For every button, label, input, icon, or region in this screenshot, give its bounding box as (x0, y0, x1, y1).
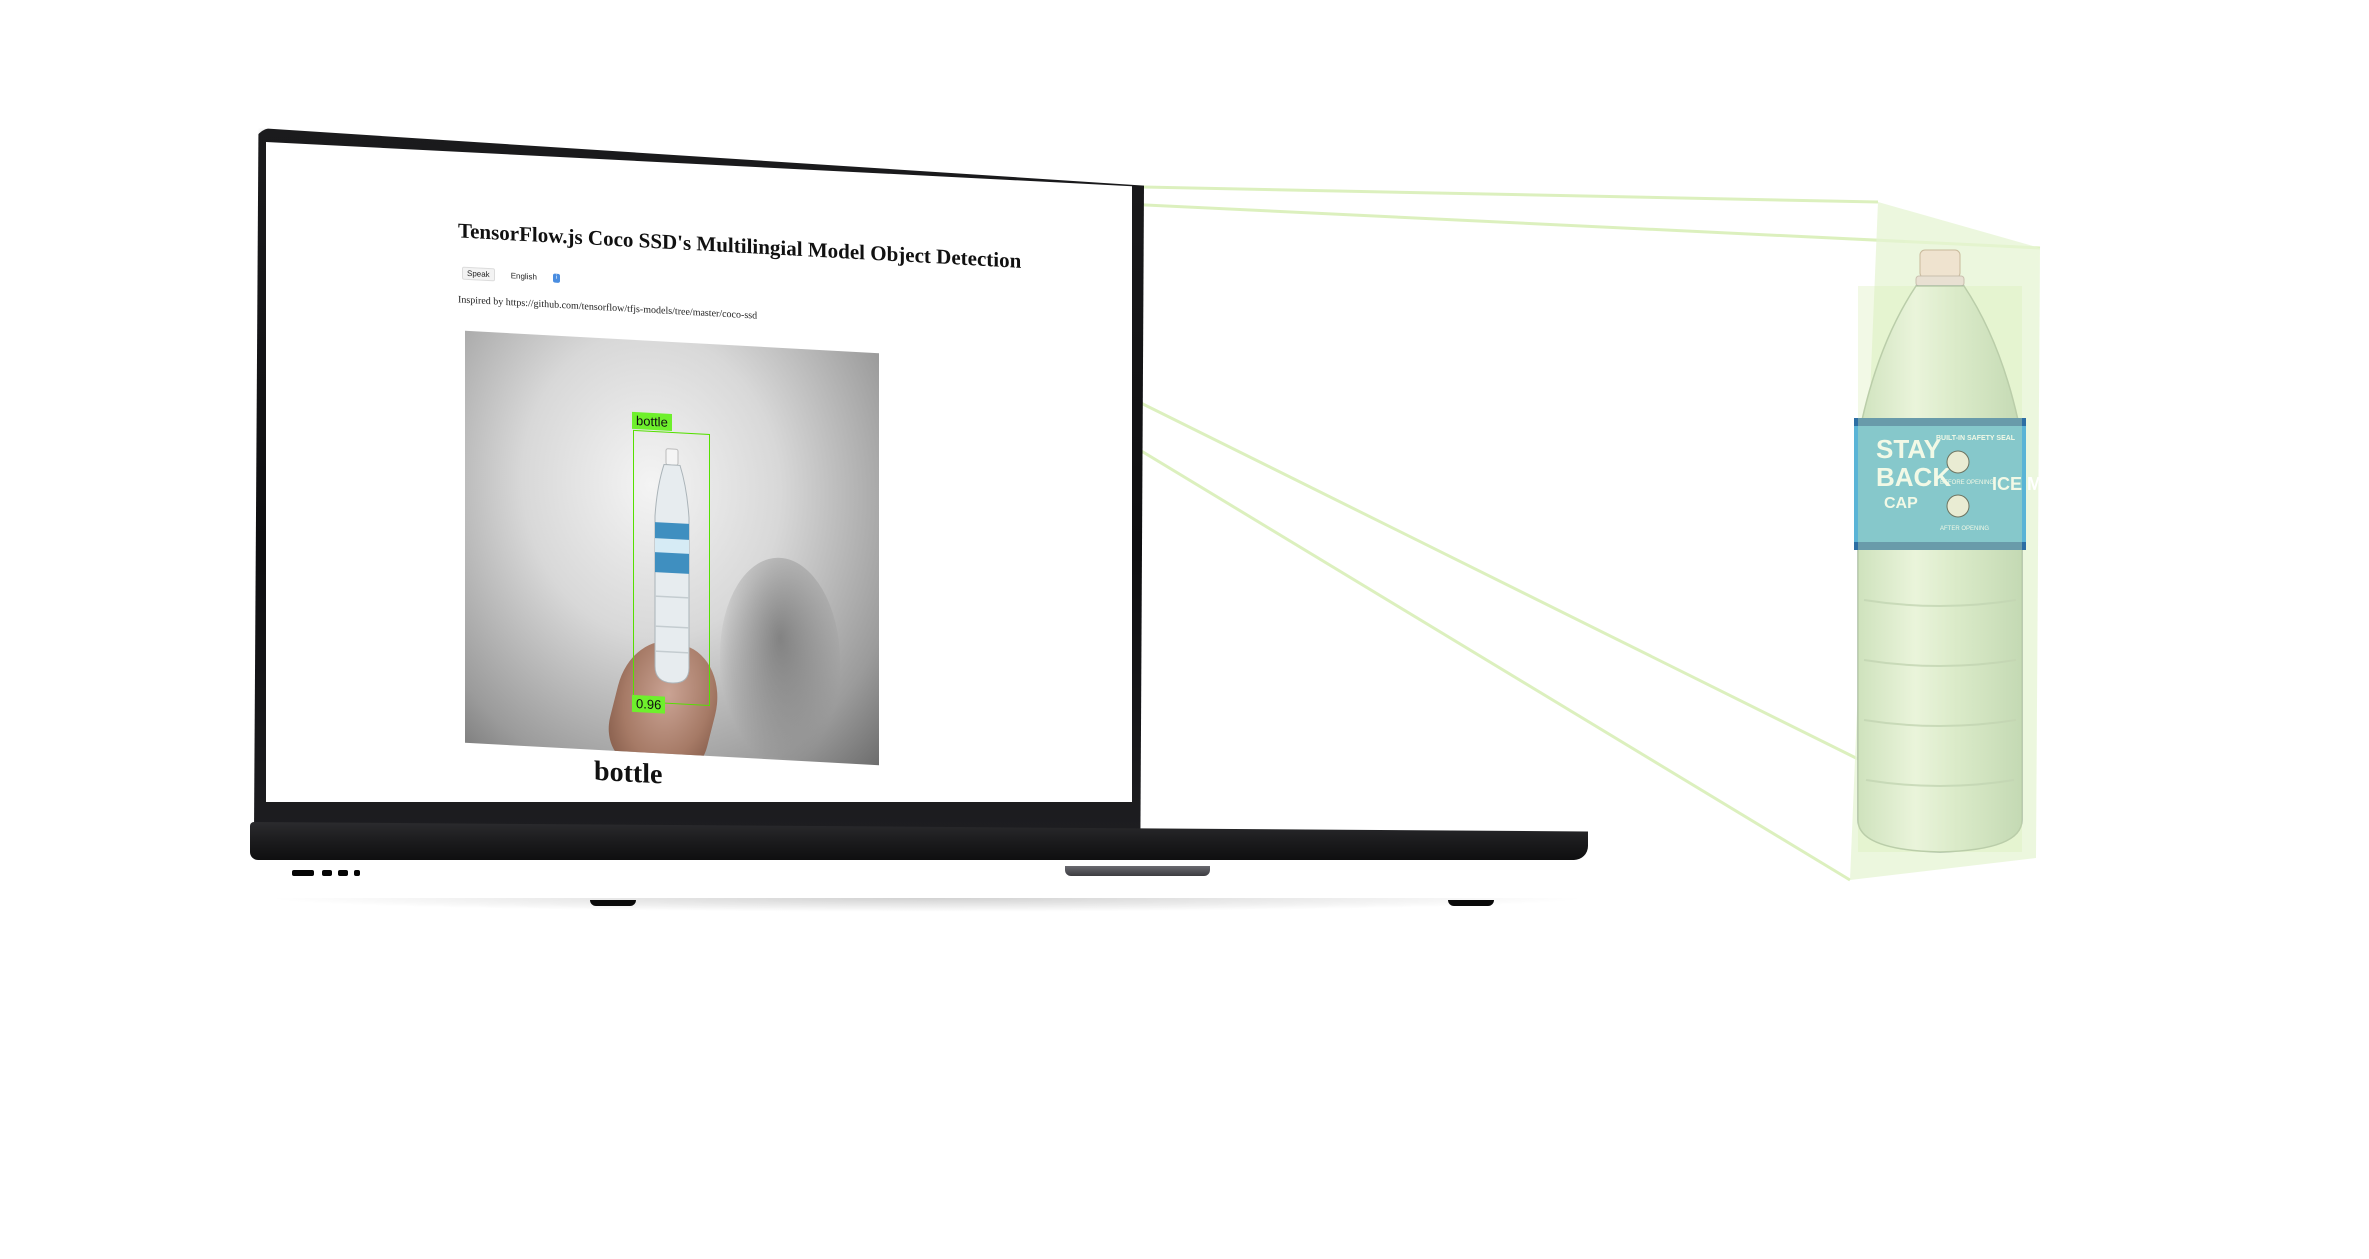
port-icon (354, 870, 360, 876)
laptop-lid: TensorFlow.js Coco SSD's Multilingial Mo… (254, 128, 1152, 838)
detection-box (633, 429, 710, 707)
detection-label: bottle (632, 411, 672, 431)
laptop-base (250, 822, 1588, 906)
speak-button[interactable]: Speak (462, 266, 495, 282)
port-icon (338, 870, 348, 876)
laptop-screen: TensorFlow.js Coco SSD's Multilingial Mo… (266, 142, 1132, 802)
info-icon[interactable]: i (552, 273, 560, 283)
inspired-link-text[interactable]: Inspired by https://github.com/tensorflo… (458, 294, 757, 321)
controls-bar: Speak English i (462, 266, 560, 285)
port-icon (322, 870, 332, 876)
laptop-base-top (250, 822, 1588, 860)
background-shadow (720, 554, 840, 762)
detected-class-text: bottle (594, 755, 663, 791)
trackpad-notch (1065, 866, 1210, 876)
language-select[interactable]: English (506, 270, 541, 283)
web-page: TensorFlow.js Coco SSD's Multilingial Mo… (266, 142, 1132, 802)
laptop-shadow (262, 898, 1592, 912)
scene: TensorFlow.js Coco SSD's Multilingial Mo… (0, 0, 2369, 1259)
detection-score: 0.96 (632, 694, 666, 714)
port-icon (292, 870, 314, 876)
bottle-large-image: STAY BACK CAP BUILT-IN SAFETY SEAL BEFOR… (1854, 249, 2040, 853)
webcam-video: bottle 0.96 (465, 330, 879, 766)
page-title: TensorFlow.js Coco SSD's Multilingial Mo… (458, 218, 1022, 273)
